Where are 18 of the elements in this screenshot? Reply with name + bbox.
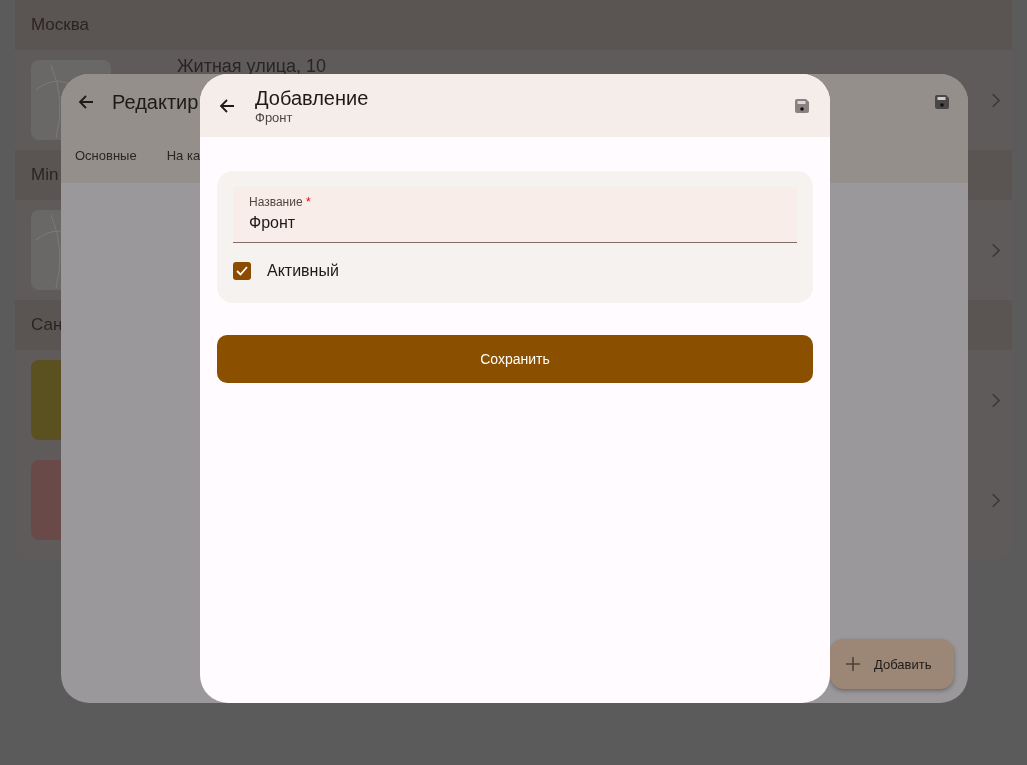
dialog-title: Добавление: [255, 86, 369, 110]
field-label: Название *: [249, 195, 312, 209]
tab[interactable]: На ка: [166, 148, 201, 163]
dialog-subtitle: Фронт: [255, 109, 294, 125]
checkbox[interactable]: [233, 262, 251, 280]
address-text: Житная улица, 10: [177, 56, 327, 77]
name-field[interactable]: Название * Фронт: [233, 187, 797, 243]
plus-icon: [846, 657, 860, 671]
back-arrow-icon[interactable]: [219, 97, 235, 114]
tab[interactable]: Основные: [75, 148, 137, 163]
save-button[interactable]: Сохранить: [217, 335, 813, 383]
checkbox-label[interactable]: Активный: [267, 262, 339, 280]
save-icon[interactable]: [794, 97, 810, 114]
add-button[interactable]: Добавить: [830, 639, 954, 689]
required-mark: *: [305, 195, 311, 209]
save-icon[interactable]: [934, 94, 950, 110]
dialog-title: Редактир: [112, 90, 199, 114]
field-value: Фронт: [249, 214, 297, 232]
